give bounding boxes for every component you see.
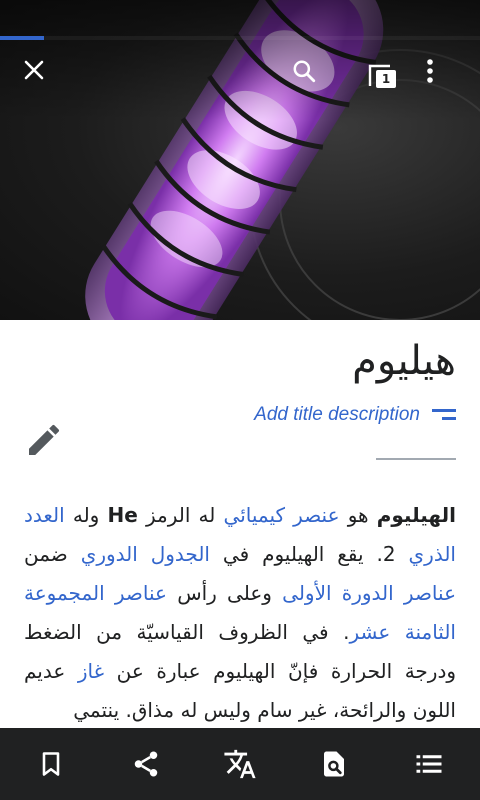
pencil-icon — [29, 424, 60, 455]
close-button[interactable] — [22, 58, 62, 98]
close-icon — [24, 60, 44, 80]
body-text: ضمن — [24, 542, 81, 566]
title-divider — [376, 458, 456, 460]
link-periodic-table[interactable]: الجدول الدوري — [81, 542, 210, 566]
find-in-page-icon — [324, 751, 345, 777]
translate-icon — [224, 749, 256, 779]
hero-shade — [0, 0, 480, 120]
lead-term: الهيليوم — [376, 503, 456, 527]
overflow-menu-icon — [427, 59, 433, 83]
body-text: 2. يقع الهيليوم في — [210, 542, 409, 566]
search-icon — [293, 60, 316, 83]
add-title-description-link[interactable]: Add title description — [254, 404, 456, 426]
bookmark-icon — [42, 752, 60, 776]
lead-image[interactable]: 1 — [0, 0, 480, 320]
save-button[interactable] — [27, 740, 75, 788]
loading-progress — [0, 36, 44, 40]
share-icon — [134, 751, 157, 777]
link-chemical-element[interactable]: عنصر كيميائي — [224, 503, 340, 527]
body-text: هو — [339, 503, 377, 527]
tabs-button[interactable]: 1 — [362, 58, 402, 98]
link-gas[interactable]: غاز — [78, 659, 104, 683]
article-body: الهيليوم هو عنصر كيميائي له الرمز He وله… — [24, 496, 456, 728]
link-period-1[interactable]: عناصر الدورة الأولى — [282, 581, 456, 605]
find-in-page-button[interactable] — [310, 740, 358, 788]
loading-track — [0, 36, 480, 40]
symbol: He — [107, 503, 138, 527]
edit-button[interactable] — [24, 420, 64, 460]
body-text: وعلى رأس — [166, 581, 283, 605]
page-title: هيليوم — [352, 338, 456, 384]
bottom-action-bar — [0, 728, 480, 800]
body-text: له الرمز — [137, 503, 224, 527]
search-button[interactable] — [291, 58, 331, 98]
tab-count: 1 — [376, 70, 396, 88]
add-description-label: Add title description — [254, 404, 420, 425]
add-description-icon — [432, 409, 456, 421]
contents-icon — [416, 755, 442, 773]
language-button[interactable] — [216, 740, 264, 788]
overflow-menu-button[interactable] — [426, 58, 466, 98]
contents-button[interactable] — [405, 740, 453, 788]
share-button[interactable] — [122, 740, 170, 788]
body-text: وله — [64, 503, 108, 527]
